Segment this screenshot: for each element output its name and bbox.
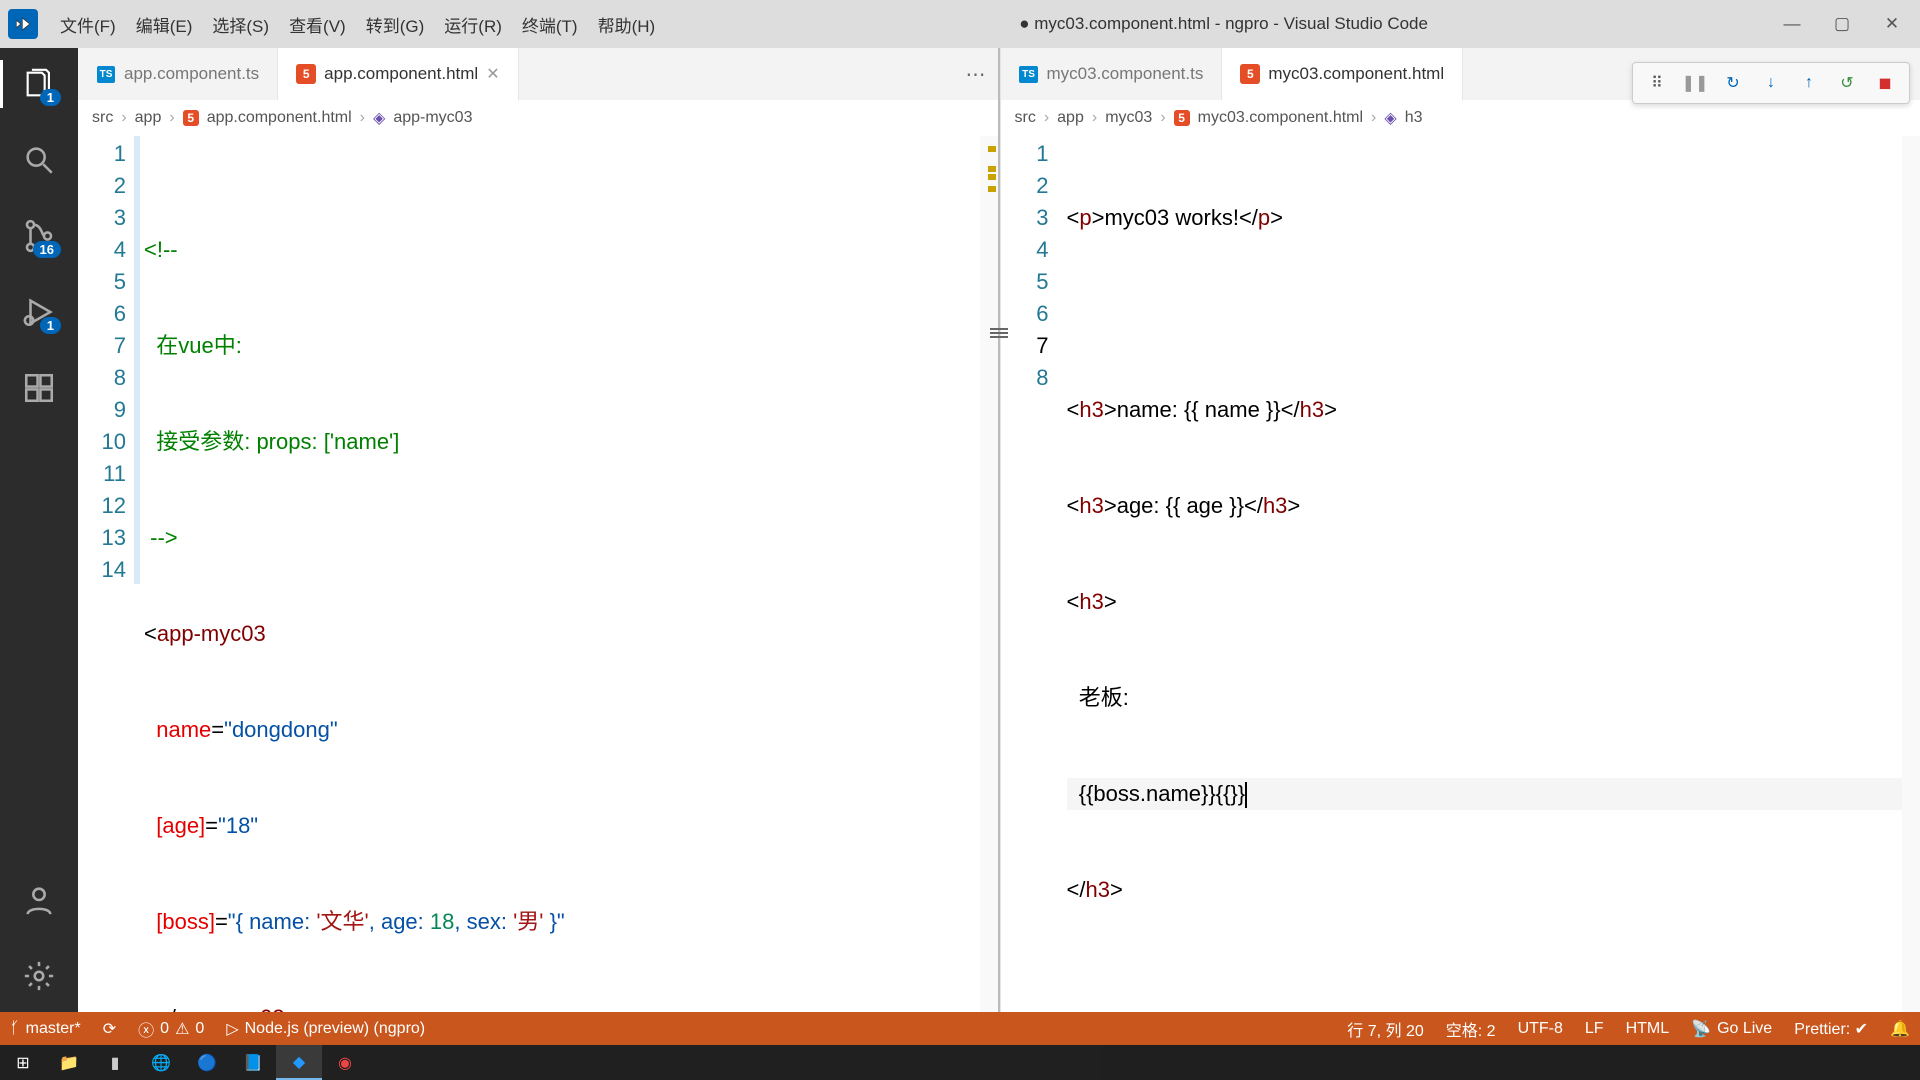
explorer-badge: 1 — [40, 89, 61, 106]
window-title: ● myc03.component.html - ngpro - Visual … — [665, 14, 1782, 34]
breadcrumb-right[interactable]: src› app› myc03› myc03.component.html› ◈… — [1001, 100, 1920, 136]
overview-ruler[interactable] — [1902, 136, 1920, 1012]
menu-file[interactable]: 文件(F) — [50, 8, 126, 41]
crumb[interactable]: h3 — [1405, 109, 1423, 127]
code-content[interactable]: <!-- 在vue中: 接受参数: props: ['name'] --> <a… — [144, 136, 980, 1012]
tab-app-component-ts[interactable]: TS app.component.ts — [78, 48, 278, 100]
text-cursor — [1245, 782, 1247, 808]
activity-bar: 1 16 1 — [0, 48, 78, 1012]
menu-run[interactable]: 运行(R) — [434, 8, 512, 41]
menu-view[interactable]: 查看(V) — [279, 8, 356, 41]
status-eol[interactable]: LF — [1585, 1020, 1604, 1038]
activity-explorer-icon[interactable]: 1 — [15, 60, 63, 108]
taskbar-terminal-icon[interactable]: ▮ — [92, 1045, 138, 1080]
debug-pause-icon[interactable]: ❚❚ — [1681, 69, 1709, 97]
activity-search-icon[interactable] — [15, 136, 63, 184]
tab-label: myc03.component.html — [1268, 64, 1444, 84]
menu-bar: 文件(F) 编辑(E) 选择(S) 查看(V) 转到(G) 运行(R) 终端(T… — [0, 0, 1920, 48]
crumb[interactable]: src — [92, 109, 113, 127]
window-close-icon[interactable]: ✕ — [1882, 14, 1902, 34]
debug-step-into-icon[interactable]: ↓ — [1757, 69, 1785, 97]
status-encoding[interactable]: UTF-8 — [1518, 1020, 1563, 1038]
html-icon — [296, 64, 316, 84]
status-sync-icon[interactable]: ⟳ — [103, 1019, 116, 1039]
activity-extensions-icon[interactable] — [15, 364, 63, 412]
html-icon — [1174, 110, 1190, 126]
debug-step-out-icon[interactable]: ↑ — [1795, 69, 1823, 97]
line-gutter: 12345678 — [1001, 136, 1067, 1012]
taskbar-app-icon[interactable]: 📘 — [230, 1045, 276, 1080]
crumb[interactable]: app.component.html — [207, 109, 352, 127]
tab-more-icon[interactable]: ⋯ — [966, 62, 986, 87]
crumb[interactable]: src — [1015, 109, 1036, 127]
typescript-icon: TS — [1019, 66, 1038, 83]
window-maximize-icon[interactable]: ▢ — [1832, 14, 1852, 34]
status-bar: ᚶ master* ⟳ ⓧ 0 ⚠ 0 ▷ Node.js (preview) … — [0, 1012, 1920, 1045]
close-icon[interactable]: ✕ — [486, 64, 499, 84]
tabs-left: TS app.component.ts app.component.html ✕… — [78, 48, 998, 100]
tab-label: myc03.component.ts — [1047, 64, 1204, 84]
editor-pane-left: TS app.component.ts app.component.html ✕… — [78, 48, 998, 1012]
status-spaces[interactable]: 空格: 2 — [1446, 1017, 1496, 1041]
scm-badge: 16 — [33, 241, 61, 258]
menu-terminal[interactable]: 终端(T) — [512, 8, 588, 41]
symbol-icon: ◈ — [373, 108, 385, 128]
crumb[interactable]: app — [1057, 109, 1084, 127]
taskbar-chrome-icon[interactable]: 🔵 — [184, 1045, 230, 1080]
menu-go[interactable]: 转到(G) — [356, 8, 435, 41]
taskbar-edge-icon[interactable]: 🌐 — [138, 1045, 184, 1080]
status-position[interactable]: 行 7, 列 20 — [1347, 1017, 1423, 1041]
editor-splitter[interactable] — [998, 48, 1000, 1012]
tab-myc03-component-html[interactable]: myc03.component.html — [1222, 48, 1463, 100]
status-golive[interactable]: 📡 Go Live — [1691, 1019, 1772, 1039]
taskbar-explorer-icon[interactable]: 📁 — [46, 1045, 92, 1080]
activity-debug-icon[interactable]: 1 — [15, 288, 63, 336]
debug-stop-icon[interactable]: ◼ — [1871, 69, 1899, 97]
crumb[interactable]: myc03 — [1105, 109, 1152, 127]
tab-myc03-component-ts[interactable]: TS myc03.component.ts — [1001, 48, 1223, 100]
windows-taskbar: ⊞ 📁 ▮ 🌐 🔵 📘 ◆ ◉ — [0, 1045, 1920, 1080]
status-language[interactable]: HTML — [1626, 1020, 1670, 1038]
taskbar-recorder-icon[interactable]: ◉ — [322, 1045, 368, 1080]
status-problems[interactable]: ⓧ 0 ⚠ 0 — [138, 1017, 204, 1041]
symbol-icon: ◈ — [1384, 108, 1396, 128]
activity-account-icon[interactable] — [15, 876, 63, 924]
editor-pane-right: TS myc03.component.ts myc03.component.ht… — [1000, 48, 1920, 1012]
vscode-logo-icon — [8, 9, 38, 39]
tab-label: app.component.ts — [124, 64, 259, 84]
crumb[interactable]: app — [135, 109, 162, 127]
code-editor-left[interactable]: 1234567891011121314 <!-- 在vue中: 接受参数: pr… — [78, 136, 998, 1012]
tab-app-component-html[interactable]: app.component.html ✕ — [278, 48, 518, 100]
activity-settings-icon[interactable] — [15, 952, 63, 1000]
status-branch[interactable]: ᚶ master* — [10, 1020, 81, 1038]
html-icon — [1240, 64, 1260, 84]
breadcrumb-left[interactable]: src› app› app.component.html› ◈ app-myc0… — [78, 100, 998, 136]
code-editor-right[interactable]: 12345678 <p>myc03 works!</p> <h3>name: {… — [1001, 136, 1920, 1012]
menu-edit[interactable]: 编辑(E) — [126, 8, 203, 41]
debug-step-over-icon[interactable]: ↻ — [1719, 69, 1747, 97]
status-prettier[interactable]: Prettier: ✔ — [1794, 1019, 1868, 1039]
taskbar-vscode-icon[interactable]: ◆ — [276, 1045, 322, 1080]
debug-drag-icon[interactable]: ⠿ — [1643, 69, 1671, 97]
status-runtime[interactable]: ▷ Node.js (preview) (ngpro) — [226, 1019, 425, 1039]
tab-label: app.component.html — [324, 64, 478, 84]
crumb[interactable]: app-myc03 — [393, 109, 472, 127]
menu-help[interactable]: 帮助(H) — [588, 8, 666, 41]
typescript-icon: TS — [97, 66, 116, 83]
crumb[interactable]: myc03.component.html — [1198, 109, 1363, 127]
overview-ruler[interactable] — [980, 136, 998, 1012]
debug-badge: 1 — [40, 317, 61, 334]
code-content[interactable]: <p>myc03 works!</p> <h3>name: {{ name }}… — [1067, 136, 1903, 1012]
window-minimize-icon[interactable]: — — [1782, 14, 1802, 34]
debug-restart-icon[interactable]: ↺ — [1833, 69, 1861, 97]
html-icon — [183, 110, 199, 126]
editor-group: TS app.component.ts app.component.html ✕… — [78, 48, 1920, 1012]
status-bell-icon[interactable]: 🔔 — [1890, 1019, 1910, 1039]
menu-selection[interactable]: 选择(S) — [202, 8, 279, 41]
debug-toolbar[interactable]: ⠿ ❚❚ ↻ ↓ ↑ ↺ ◼ — [1632, 62, 1910, 104]
activity-scm-icon[interactable]: 16 — [15, 212, 63, 260]
taskbar-start-icon[interactable]: ⊞ — [0, 1045, 46, 1080]
